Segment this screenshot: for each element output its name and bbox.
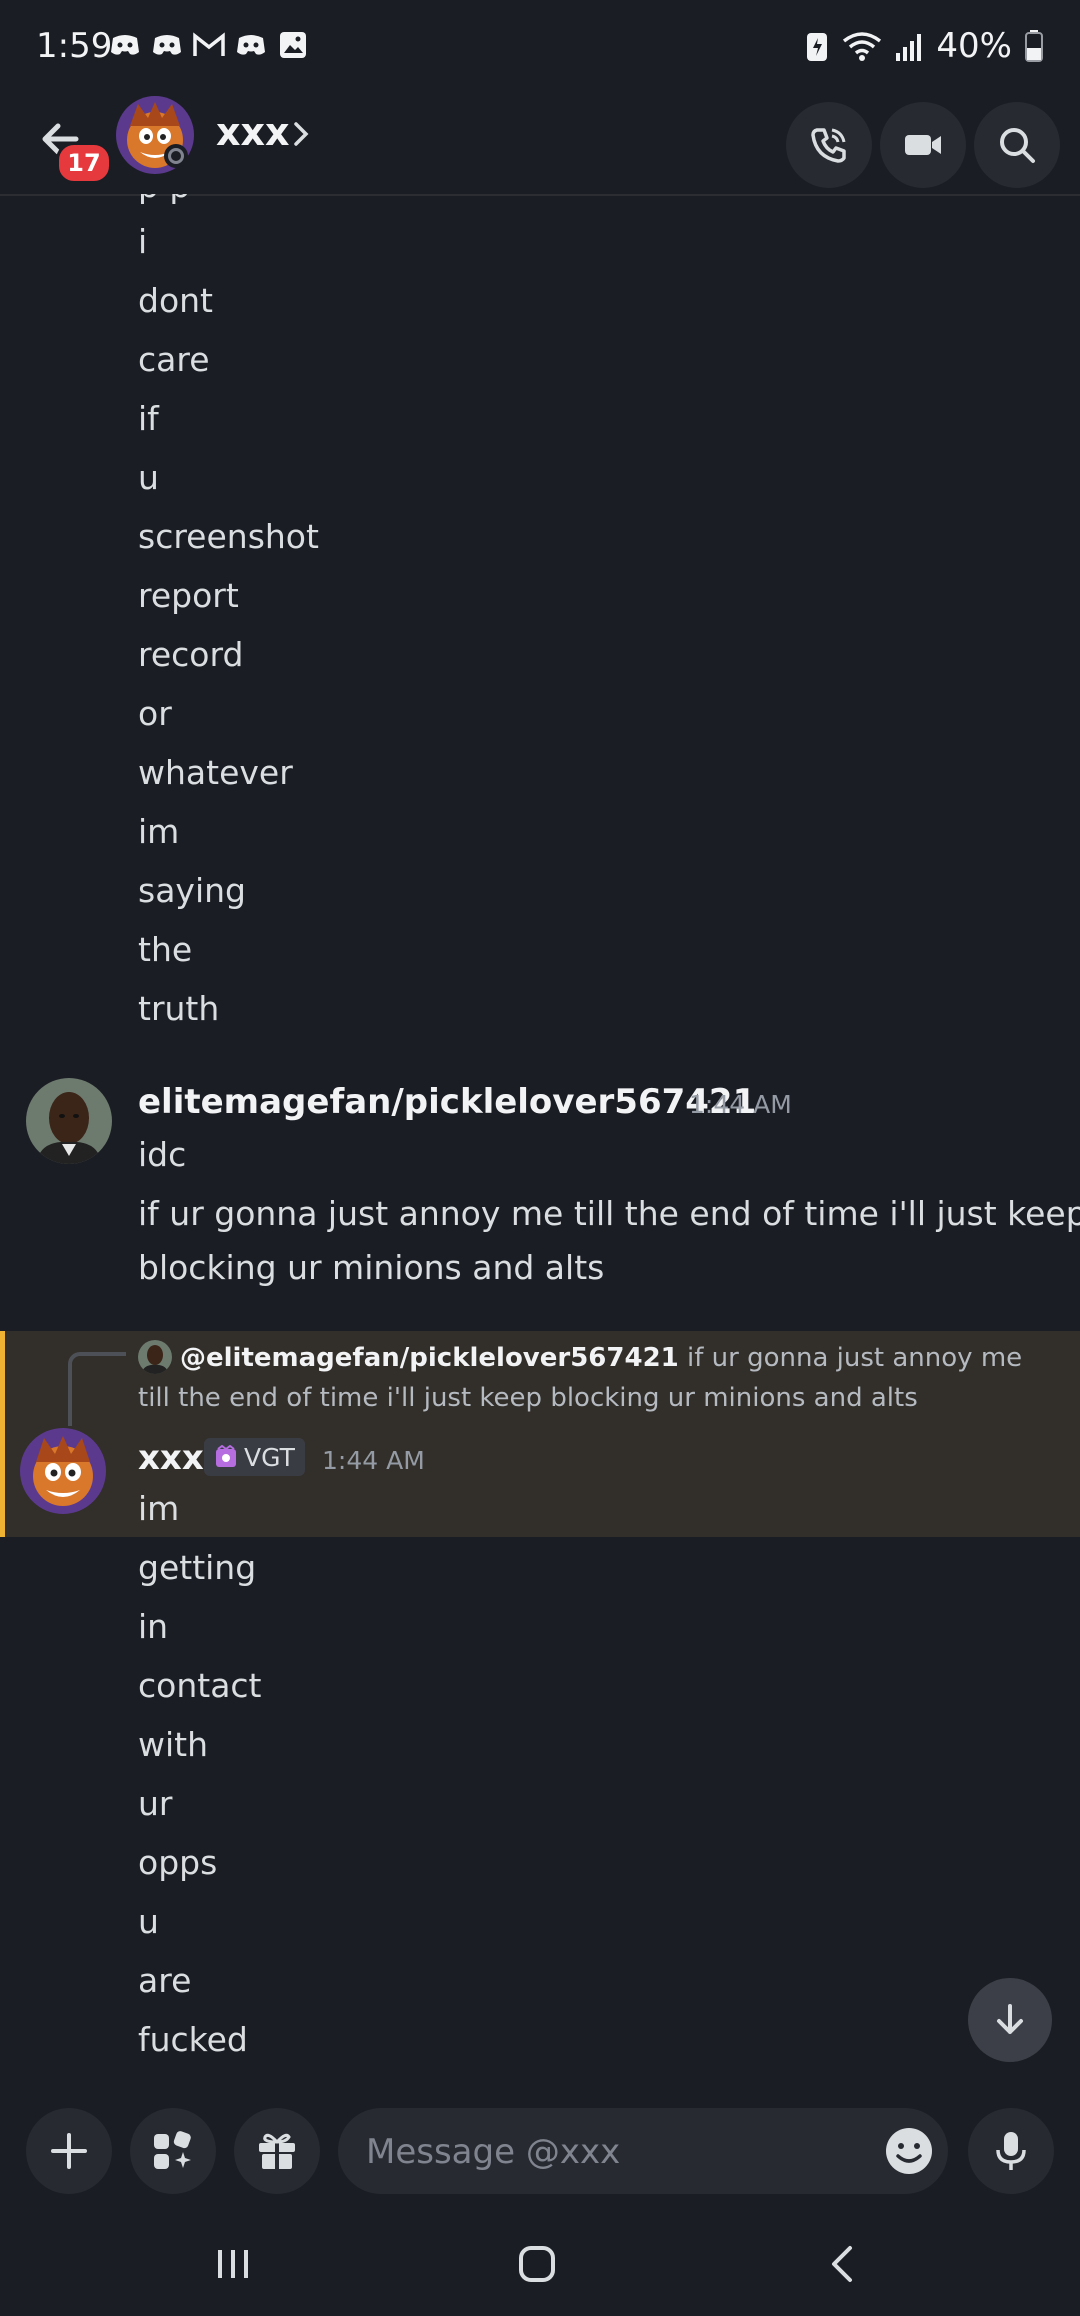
video-call-button[interactable] xyxy=(880,102,966,188)
discord-notification-icon xyxy=(237,35,265,55)
message-author[interactable]: elitemagefan/picklelover567421 xyxy=(138,1082,756,1122)
message-composer xyxy=(0,2090,1080,2210)
home-icon[interactable] xyxy=(512,2244,562,2284)
message-line: with xyxy=(138,1725,209,1764)
message-line: im xyxy=(138,1489,180,1528)
message-line: in xyxy=(138,1607,169,1646)
jump-to-bottom-button[interactable] xyxy=(968,1978,1052,2062)
message-line: contact xyxy=(138,1666,262,1705)
discord-notification-icon xyxy=(111,35,139,55)
system-navigation-bar xyxy=(0,2210,1080,2316)
battery-icon xyxy=(1025,30,1043,62)
call-icon xyxy=(811,128,846,163)
gallery-icon xyxy=(280,32,306,58)
attach-button[interactable] xyxy=(26,2108,112,2194)
apps-icon xyxy=(154,2131,191,2169)
search-button[interactable] xyxy=(974,102,1060,188)
message-line: fucked xyxy=(138,2020,248,2059)
message-timestamp: 1:44 AM xyxy=(322,1446,425,1475)
server-tag-icon xyxy=(216,1445,236,1467)
offline-status-indicator xyxy=(164,144,188,168)
battery-saver-icon xyxy=(807,33,828,61)
avatar[interactable] xyxy=(26,1078,112,1164)
call-button[interactable] xyxy=(786,102,872,188)
message-line: idc xyxy=(138,1135,187,1174)
message-line: u xyxy=(138,458,159,497)
message-line: are xyxy=(138,1961,192,2000)
server-tag-label: VGT xyxy=(244,1442,295,1472)
search-icon xyxy=(1000,128,1035,163)
voice-message-button[interactable] xyxy=(968,2108,1054,2194)
message-input-container[interactable] xyxy=(338,2108,948,2196)
emoji-icon[interactable] xyxy=(884,2126,934,2176)
message-line: getting xyxy=(138,1548,257,1587)
status-time: 1:59 xyxy=(36,26,113,66)
message-line: truth xyxy=(138,989,220,1028)
message-line: if ur gonna just annoy me till the end o… xyxy=(138,1194,1080,1233)
message-line: care xyxy=(138,340,210,379)
message-timestamp: 1:44 AM xyxy=(689,1090,792,1119)
unread-badge: 17 xyxy=(56,142,112,184)
message-line: ur xyxy=(138,1784,173,1823)
reply-preview[interactable]: @elitemagefan/picklelover567421 if ur go… xyxy=(138,1338,1038,1418)
message-line: saying xyxy=(138,871,246,910)
message-line: record xyxy=(138,635,244,674)
server-tag[interactable]: VGT xyxy=(204,1438,305,1476)
message-line: if xyxy=(138,399,159,438)
gift-icon xyxy=(259,2133,295,2169)
microphone-icon xyxy=(996,2132,1026,2170)
message-line: or xyxy=(138,694,172,733)
reply-mention[interactable]: @elitemagefan/picklelover567421 xyxy=(138,1343,679,1373)
message-line: im xyxy=(138,812,180,851)
message-line: the xyxy=(138,930,193,969)
message-line: blocking ur minions and alts xyxy=(138,1248,605,1287)
message-line: opps xyxy=(138,1843,218,1882)
wifi-icon xyxy=(843,32,882,61)
dm-name[interactable]: xxx xyxy=(216,110,290,154)
reply-connector xyxy=(68,1352,126,1426)
message-input[interactable] xyxy=(364,2108,838,2196)
message-line: screenshot xyxy=(138,517,319,556)
message-author[interactable]: xxx xyxy=(138,1438,204,1478)
discord-notification-icon xyxy=(153,35,181,55)
dm-header: 17 xxx xyxy=(0,96,1080,196)
notification-icons xyxy=(108,30,310,60)
gift-button[interactable] xyxy=(234,2108,320,2194)
system-status: 40% xyxy=(804,26,1044,66)
message-line: dont xyxy=(138,281,213,320)
message-line: u xyxy=(138,1902,159,1941)
apps-button[interactable] xyxy=(130,2108,216,2194)
message-line: report xyxy=(138,576,239,615)
status-bar: 1:59 40% xyxy=(0,0,1080,96)
avatar[interactable] xyxy=(20,1428,106,1514)
recent-apps-icon[interactable] xyxy=(208,2244,258,2284)
back-nav-icon[interactable] xyxy=(818,2244,868,2284)
gmail-icon xyxy=(193,32,225,56)
battery-percent: 40% xyxy=(936,26,1012,66)
message-line: i xyxy=(138,222,148,261)
signal-icon xyxy=(896,34,922,61)
message-line: whatever xyxy=(138,753,293,792)
arrow-down-icon xyxy=(997,2004,1023,2034)
message-line: p p xyxy=(138,194,190,205)
plus-icon xyxy=(51,2133,87,2169)
video-icon xyxy=(905,135,941,155)
chevron-right-icon[interactable] xyxy=(290,116,314,152)
